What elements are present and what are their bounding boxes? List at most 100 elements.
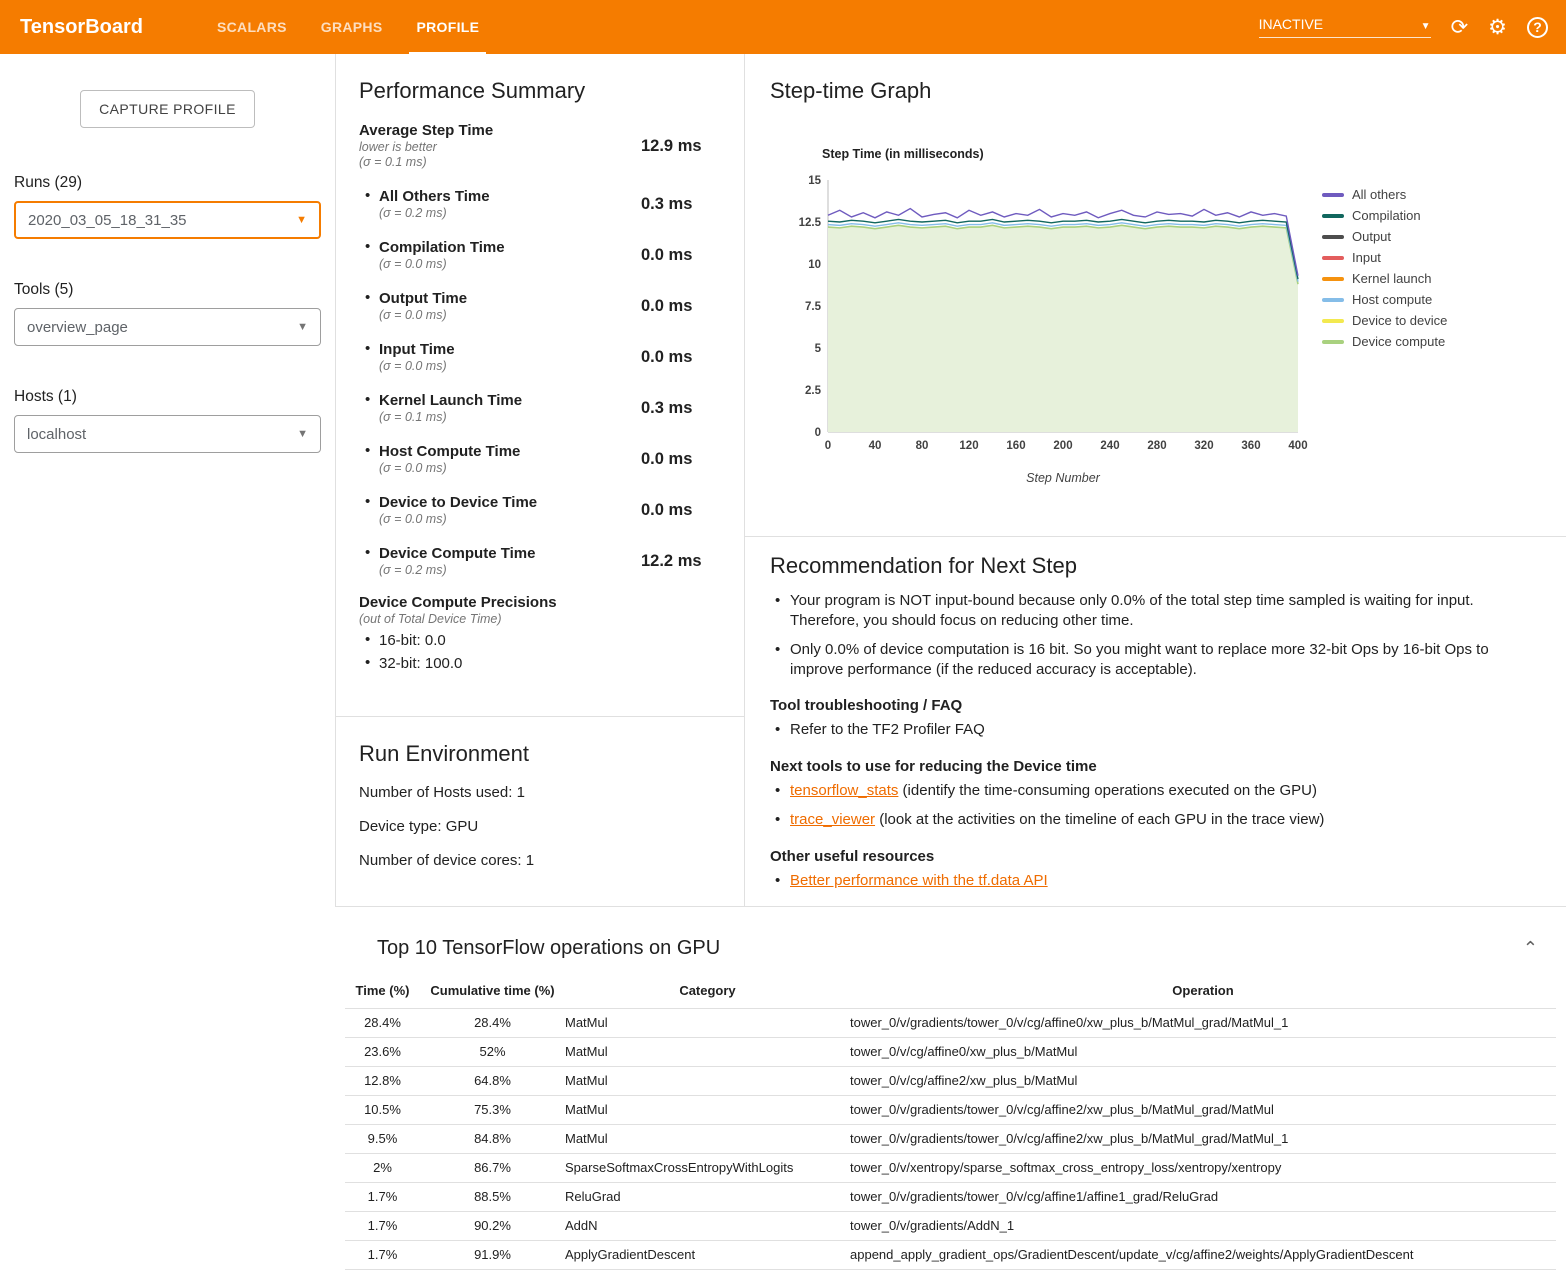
metric-label: Input Time bbox=[379, 341, 641, 359]
tab-profile[interactable]: PROFILE bbox=[399, 0, 496, 54]
cell-cumulative: 64.8% bbox=[420, 1066, 565, 1095]
table-row: 2%86.7%SparseSoftmaxCrossEntropyWithLogi… bbox=[345, 1153, 1556, 1182]
hosts-dropdown[interactable]: localhost ▼ bbox=[14, 415, 321, 453]
metric-row: All Others Time (σ = 0.2 ms) 0.3 ms bbox=[359, 188, 724, 221]
run-status-dropdown[interactable]: INACTIVE ▼ bbox=[1259, 16, 1431, 38]
refresh-icon[interactable]: ⟳ bbox=[1451, 17, 1469, 38]
table-row: 12.8%64.8%MatMultower_0/v/cg/affine2/xw_… bbox=[345, 1066, 1556, 1095]
legend-item: Output bbox=[1322, 226, 1447, 247]
cell-operation: tower_0/v/xentropy/sparse_softmax_cross_… bbox=[850, 1153, 1556, 1182]
settings-icon[interactable]: ⚙ bbox=[1488, 17, 1507, 38]
metric-row: Device Compute Time (σ = 0.2 ms) 12.2 ms bbox=[359, 545, 724, 578]
metric-value: 0.0 ms bbox=[641, 297, 692, 316]
tools-dropdown[interactable]: overview_page ▼ bbox=[14, 308, 321, 346]
legend-label: Output bbox=[1352, 229, 1391, 244]
average-step-time-row: Average Step Time lower is better (σ = 0… bbox=[359, 122, 724, 170]
svg-text:120: 120 bbox=[959, 440, 978, 452]
other-resources-heading: Other useful resources bbox=[770, 848, 1521, 865]
legend-label: Host compute bbox=[1352, 292, 1432, 307]
metric-label: Compilation Time bbox=[379, 239, 641, 257]
metric-value: 0.0 ms bbox=[641, 348, 692, 367]
metric-sigma: (σ = 0.0 ms) bbox=[379, 461, 641, 476]
metric-sigma: (σ = 0.1 ms) bbox=[359, 155, 641, 170]
svg-text:0: 0 bbox=[825, 440, 831, 452]
svg-text:240: 240 bbox=[1100, 440, 1119, 452]
help-icon[interactable]: ? bbox=[1527, 17, 1548, 38]
cell-category: MatMul bbox=[565, 1008, 850, 1037]
svg-text:400: 400 bbox=[1288, 440, 1307, 452]
next-tool-item: tensorflow_stats (identify the time-cons… bbox=[770, 781, 1521, 801]
next-tool-item: trace_viewer (look at the activities on … bbox=[770, 810, 1521, 830]
tab-scalars[interactable]: SCALARS bbox=[200, 0, 304, 54]
metric-sigma: (σ = 0.2 ms) bbox=[379, 206, 641, 221]
svg-text:5: 5 bbox=[815, 343, 822, 355]
trace-viewer-link[interactable]: trace_viewer bbox=[790, 811, 875, 828]
metric-row: Host Compute Time (σ = 0.0 ms) 0.0 ms bbox=[359, 443, 724, 476]
cell-category: AddN bbox=[565, 1211, 850, 1240]
tab-graphs[interactable]: GRAPHS bbox=[304, 0, 400, 54]
chevron-down-icon: ▼ bbox=[296, 214, 307, 226]
chevron-down-icon: ▼ bbox=[297, 428, 308, 440]
cell-time: 23.6% bbox=[345, 1037, 420, 1066]
svg-text:Step Time (in milliseconds): Step Time (in milliseconds) bbox=[822, 147, 984, 161]
performance-summary-title: Performance Summary bbox=[359, 78, 724, 104]
legend-label: Input bbox=[1352, 250, 1381, 265]
table-row: 1.7%91.9%ApplyGradientDescentappend_appl… bbox=[345, 1240, 1556, 1269]
svg-text:15: 15 bbox=[808, 175, 821, 187]
cell-operation: append_apply_gradient_ops/GradientDescen… bbox=[850, 1240, 1556, 1269]
svg-text:2.5: 2.5 bbox=[805, 385, 822, 397]
svg-text:80: 80 bbox=[916, 440, 929, 452]
chevron-down-icon: ▼ bbox=[297, 321, 308, 333]
precision-item: 16-bit: 0.0 bbox=[359, 632, 724, 649]
faq-heading: Tool troubleshooting / FAQ bbox=[770, 697, 1521, 714]
next-tool-description: (look at the activities on the timeline … bbox=[875, 811, 1324, 828]
metric-row: Device to Device Time (σ = 0.0 ms) 0.0 m… bbox=[359, 494, 724, 527]
recommendation-title: Recommendation for Next Step bbox=[770, 553, 1521, 579]
table-header-row: Time (%) Cumulative time (%) Category Op… bbox=[345, 974, 1556, 1008]
metric-sigma: (σ = 0.2 ms) bbox=[379, 563, 641, 578]
metric-label: Average Step Time bbox=[359, 122, 641, 140]
tensorflow-stats-link[interactable]: tensorflow_stats bbox=[790, 782, 898, 799]
legend-label: Device compute bbox=[1352, 334, 1445, 349]
top-ops-card: Top 10 TensorFlow operations on GPU ⌃ Ti… bbox=[335, 907, 1566, 1270]
metric-label: Output Time bbox=[379, 290, 641, 308]
legend-label: Kernel launch bbox=[1352, 271, 1432, 286]
svg-text:360: 360 bbox=[1241, 440, 1260, 452]
runs-dropdown[interactable]: 2020_03_05_18_31_35 ▼ bbox=[14, 201, 321, 239]
metric-sigma: (σ = 0.0 ms) bbox=[379, 512, 641, 527]
cell-category: ApplyGradientDescent bbox=[565, 1240, 850, 1269]
metric-label: Device to Device Time bbox=[379, 494, 641, 512]
runs-dropdown-value: 2020_03_05_18_31_35 bbox=[28, 212, 187, 229]
runs-label: Runs (29) bbox=[14, 174, 335, 192]
column-header-cumulative: Cumulative time (%) bbox=[420, 974, 565, 1008]
cell-cumulative: 84.8% bbox=[420, 1124, 565, 1153]
legend-swatch bbox=[1322, 340, 1344, 344]
other-resource-item: Better performance with the tf.data API bbox=[770, 871, 1521, 891]
capture-profile-button[interactable]: CAPTURE PROFILE bbox=[80, 90, 255, 128]
tfdata-performance-link[interactable]: Better performance with the tf.data API bbox=[790, 872, 1048, 889]
metric-value: 0.3 ms bbox=[641, 195, 692, 214]
cell-category: MatMul bbox=[565, 1095, 850, 1124]
table-row: 1.7%88.5%ReluGradtower_0/v/gradients/tow… bbox=[345, 1182, 1556, 1211]
legend-swatch bbox=[1322, 193, 1344, 197]
faq-item: Refer to the TF2 Profiler FAQ bbox=[770, 720, 1521, 740]
legend-label: Compilation bbox=[1352, 208, 1421, 223]
collapse-chevron-up-icon[interactable]: ⌃ bbox=[1523, 939, 1538, 957]
legend-swatch bbox=[1322, 277, 1344, 281]
cell-operation: tower_0/v/gradients/AddN_1 bbox=[850, 1211, 1556, 1240]
svg-text:320: 320 bbox=[1194, 440, 1213, 452]
metric-value: 0.3 ms bbox=[641, 399, 692, 418]
svg-text:0: 0 bbox=[815, 427, 821, 439]
metric-sigma: (σ = 0.1 ms) bbox=[379, 410, 641, 425]
svg-text:280: 280 bbox=[1147, 440, 1166, 452]
cell-time: 9.5% bbox=[345, 1124, 420, 1153]
cell-time: 28.4% bbox=[345, 1008, 420, 1037]
cell-operation: tower_0/v/cg/affine0/xw_plus_b/MatMul bbox=[850, 1037, 1556, 1066]
legend-item: Compilation bbox=[1322, 205, 1447, 226]
legend-item: All others bbox=[1322, 184, 1447, 205]
svg-text:7.5: 7.5 bbox=[805, 301, 822, 313]
cell-time: 10.5% bbox=[345, 1095, 420, 1124]
chart-plot-area: Step Time (in milliseconds)02.557.51012.… bbox=[790, 144, 1310, 493]
metric-note: lower is better bbox=[359, 140, 641, 155]
svg-text:200: 200 bbox=[1053, 440, 1072, 452]
